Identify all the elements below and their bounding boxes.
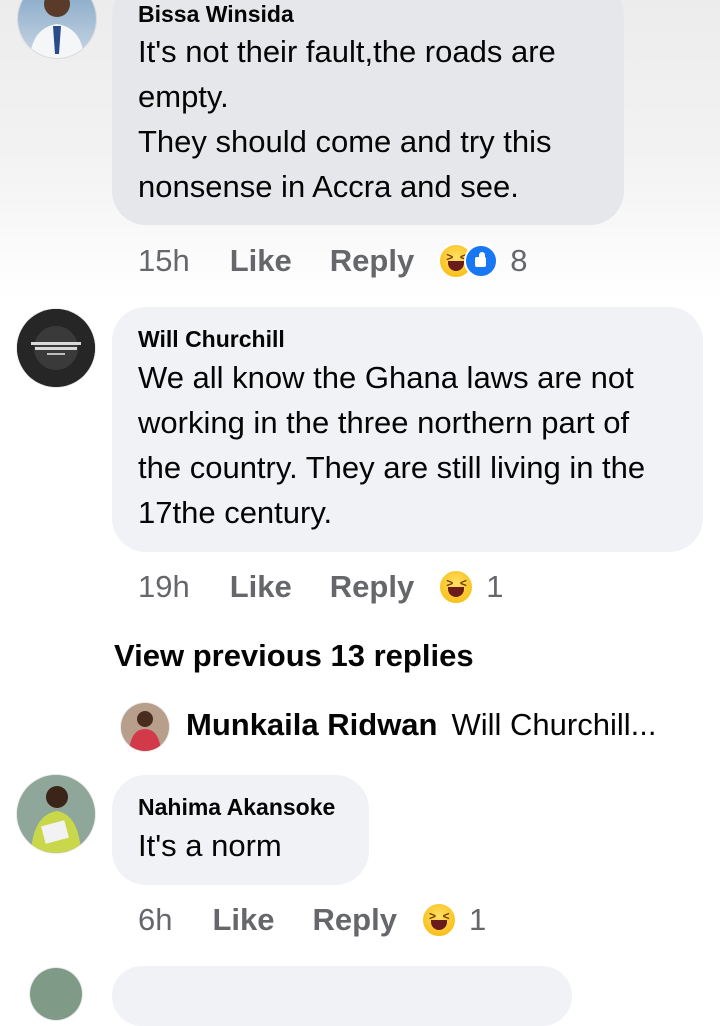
avatar-munkaila-ridwan[interactable] — [121, 703, 169, 751]
comment-time[interactable]: 6h — [138, 902, 172, 938]
reaction-summary[interactable]: > < 8 — [438, 243, 527, 279]
comment-author[interactable]: Nahima Akansoke — [138, 793, 343, 821]
person-avatar-icon — [121, 703, 169, 751]
comment-actions: 15h Like Reply > < 8 — [138, 241, 527, 281]
comment-text: We all know the Ghana laws are not worki… — [138, 360, 646, 530]
comment-time[interactable]: 15h — [138, 243, 190, 279]
next-comment-bubble[interactable] — [112, 966, 572, 1026]
comment-bubble[interactable]: Bissa Winsida It's not their fault,the r… — [112, 0, 624, 225]
reaction-count: 1 — [486, 569, 504, 604]
comment-text: It's a norm — [138, 828, 282, 863]
like-button[interactable]: Like — [212, 902, 274, 938]
like-button[interactable]: Like — [230, 569, 292, 605]
reply-button[interactable]: Reply — [313, 902, 397, 938]
avatar-nahima-akansoke[interactable] — [17, 775, 95, 853]
comment-bubble[interactable]: Will Churchill We all know the Ghana law… — [112, 307, 703, 552]
person-avatar-icon — [17, 775, 95, 853]
reaction-count: 8 — [510, 243, 528, 278]
reaction-count: 1 — [468, 902, 487, 937]
like-button[interactable]: Like — [230, 243, 292, 279]
reply-preview-author[interactable]: Munkaila Ridwan — [186, 707, 437, 742]
comment-actions: 19h Like Reply > < 1 — [138, 567, 503, 607]
view-previous-replies-link[interactable]: View previous 13 replies — [114, 638, 474, 674]
avatar-next-comment[interactable] — [30, 968, 82, 1020]
haha-emoji-icon: > < — [438, 569, 475, 605]
comment-author[interactable]: Will Churchill — [138, 325, 677, 353]
reply-button[interactable]: Reply — [330, 243, 414, 279]
avatar-will-churchill[interactable] — [17, 309, 95, 387]
reaction-summary[interactable]: > < 1 — [438, 569, 503, 605]
reply-preview[interactable]: Munkaila Ridwan Will Churchill... — [186, 707, 676, 743]
comment-bubble[interactable]: Nahima Akansoke It's a norm — [112, 775, 369, 885]
like-reaction-icon — [464, 244, 499, 278]
reply-preview-text: Will Churchill... — [451, 707, 657, 742]
comment-actions: 6h Like Reply > < 1 — [138, 900, 486, 940]
reply-button[interactable]: Reply — [330, 569, 414, 605]
quote-image-avatar-icon — [17, 309, 95, 387]
comment-time[interactable]: 19h — [138, 569, 190, 605]
comment-text: It's not their fault,the roads are empty… — [138, 34, 556, 204]
haha-emoji-icon: > < — [420, 902, 457, 938]
comment-author[interactable]: Bissa Winsida — [138, 0, 598, 28]
reaction-summary[interactable]: > < 1 — [420, 902, 487, 938]
